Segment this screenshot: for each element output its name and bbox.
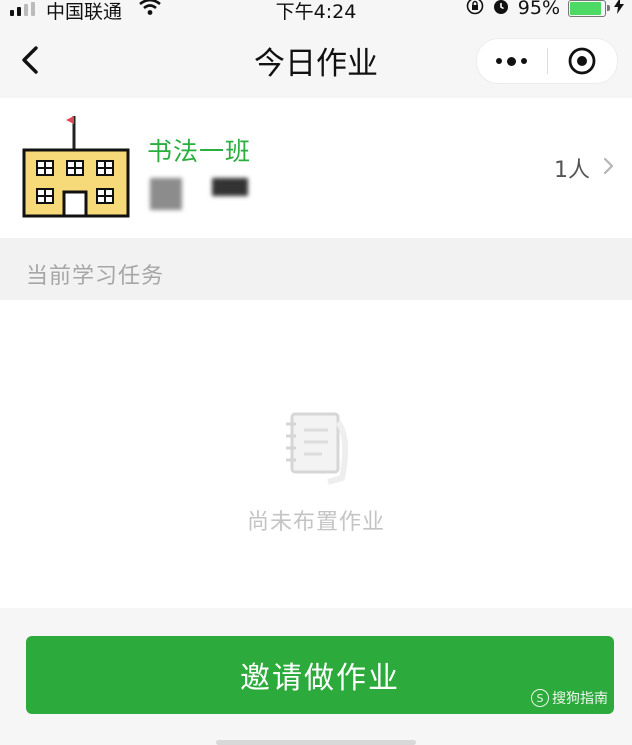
invite-homework-button[interactable]: 邀请做作业 [26, 636, 614, 714]
status-bar: 中国联通 下午4:24 95% [0, 0, 632, 23]
class-card[interactable]: 书法一班 1人 [0, 98, 632, 238]
chevron-right-icon[interactable] [602, 156, 616, 180]
close-target-icon[interactable] [548, 39, 618, 83]
section-title: 当前学习任务 [26, 264, 165, 289]
battery-icon [568, 0, 610, 17]
nav-bar: 今日作业 [0, 22, 632, 98]
school-building-icon [22, 116, 132, 222]
redacted-avatar [150, 178, 182, 210]
task-list-empty: 尚未布置作业 [0, 300, 632, 608]
notebook-icon [278, 408, 352, 492]
empty-state-text: 尚未布置作业 [246, 510, 385, 535]
capsule-menu [476, 38, 618, 84]
alarm-icon [492, 0, 510, 19]
back-chevron-icon[interactable] [12, 40, 52, 80]
charging-icon [614, 0, 624, 18]
watermark: S 搜狗指南 [531, 688, 608, 708]
redacted-info [212, 178, 248, 196]
battery-percent: 95% [517, 0, 560, 19]
more-dots-icon[interactable] [477, 39, 547, 83]
watermark-text: 搜狗指南 [552, 691, 608, 707]
screen-lock-icon [466, 0, 484, 19]
class-name: 书法一班 [147, 137, 252, 166]
member-count[interactable]: 1人 [554, 152, 590, 184]
sogou-logo-icon: S [531, 689, 549, 707]
home-indicator[interactable] [216, 740, 416, 745]
